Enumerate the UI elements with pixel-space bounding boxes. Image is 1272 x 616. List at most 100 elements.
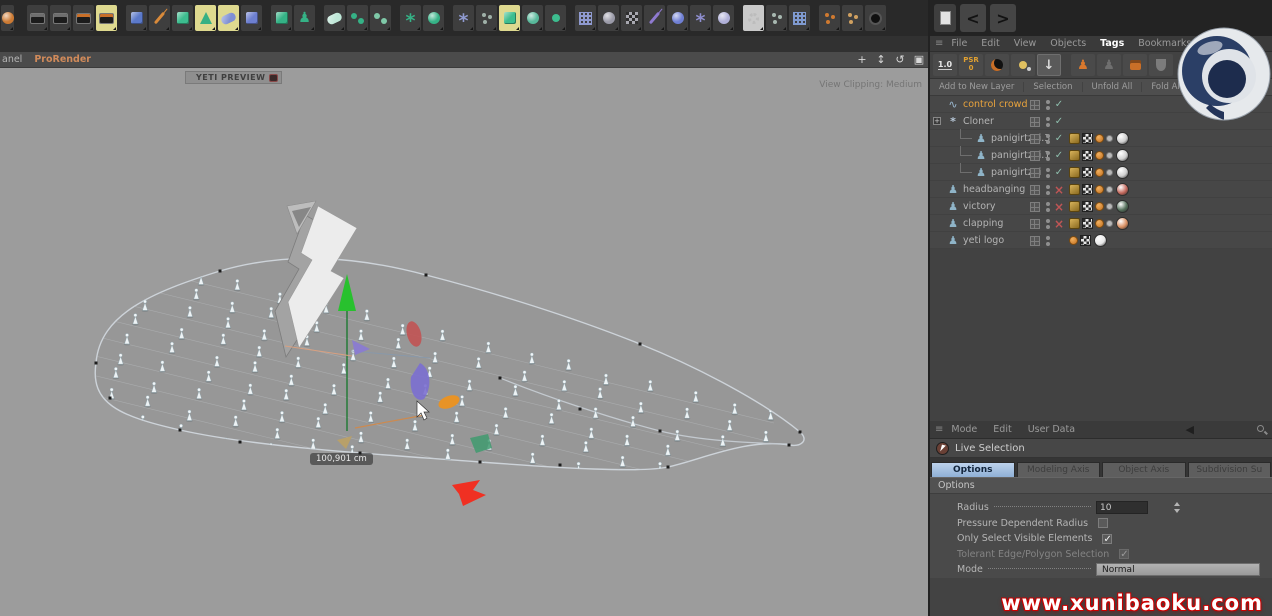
dot-tag-icon[interactable] bbox=[1095, 134, 1104, 143]
checkbox[interactable]: ✓ bbox=[1102, 534, 1112, 544]
checker-tag-icon[interactable] bbox=[1082, 218, 1093, 229]
object-row-victory[interactable]: ♟victory× bbox=[930, 198, 1272, 215]
object-row-headbanging[interactable]: ♟headbanging× bbox=[930, 181, 1272, 198]
edit-render-settings-icon[interactable] bbox=[96, 5, 117, 31]
object-row-yeti-logo[interactable]: ♟yeti logo bbox=[930, 232, 1272, 249]
object-name[interactable]: Cloner bbox=[963, 116, 994, 127]
character-cube-icon[interactable] bbox=[241, 5, 262, 31]
dot2-tag-icon[interactable] bbox=[1106, 186, 1113, 193]
pose2-icon[interactable] bbox=[842, 5, 863, 31]
mode-dropdown[interactable]: Normal bbox=[1096, 563, 1260, 576]
dot2-tag-icon[interactable] bbox=[1106, 220, 1113, 227]
layerbar-unfold-all[interactable]: Unfold All bbox=[1083, 82, 1143, 92]
object-name[interactable]: yeti logo bbox=[963, 235, 1004, 246]
render-settings-icon[interactable] bbox=[73, 5, 94, 31]
emitter-flake-icon[interactable]: * bbox=[453, 5, 474, 31]
am-menu-edit[interactable]: Edit bbox=[993, 424, 1011, 435]
checker-tag-icon[interactable] bbox=[1080, 235, 1091, 246]
om-menu-edit[interactable]: Edit bbox=[981, 38, 999, 49]
tab-modeling-axis[interactable]: Modeling Axis bbox=[1017, 462, 1101, 477]
gearball-icon[interactable] bbox=[865, 5, 886, 31]
spinner-arrows[interactable] bbox=[1172, 501, 1182, 514]
viewport-menu-prorender[interactable]: ProRender bbox=[34, 54, 91, 65]
layerbar-add-to-new-layer[interactable]: Add to New Layer bbox=[930, 82, 1024, 92]
visibility-dots[interactable] bbox=[1045, 134, 1050, 144]
material-tag[interactable] bbox=[1116, 217, 1129, 230]
enable-state-icon[interactable]: ✓ bbox=[1053, 133, 1065, 144]
connector-flake-icon[interactable]: * bbox=[690, 5, 711, 31]
particle-dots-icon[interactable] bbox=[476, 5, 497, 31]
dot-tag-icon[interactable] bbox=[1069, 236, 1078, 245]
back-button[interactable]: < bbox=[960, 4, 986, 32]
gold-tag-icon[interactable] bbox=[1069, 133, 1080, 144]
collision-ball-icon[interactable] bbox=[598, 5, 619, 31]
layer-grid-icon[interactable] bbox=[1030, 236, 1040, 246]
figure-icon[interactable]: ♟ bbox=[294, 5, 315, 31]
gold-tag-icon[interactable] bbox=[1069, 201, 1080, 212]
layer-grid-icon[interactable] bbox=[1030, 117, 1040, 127]
fracture-ball-icon[interactable] bbox=[522, 5, 543, 31]
character-rest-button[interactable]: ♟ bbox=[1097, 54, 1121, 76]
checkbox[interactable] bbox=[1098, 518, 1108, 528]
visibility-dots[interactable] bbox=[1045, 219, 1050, 229]
tab-subdivision-su[interactable]: Subdivision Su bbox=[1188, 462, 1272, 477]
render-region-icon[interactable] bbox=[50, 5, 71, 31]
om-menu-view[interactable]: View bbox=[1014, 38, 1037, 49]
radius-value-input[interactable]: 10 bbox=[1096, 501, 1148, 514]
viewport-menu-panel-partial[interactable]: anel bbox=[2, 54, 22, 65]
am-menu-mode[interactable]: Mode bbox=[951, 424, 977, 435]
material-tag[interactable] bbox=[1116, 200, 1129, 213]
array-grid-icon[interactable] bbox=[789, 5, 810, 31]
object-name[interactable]: control crowd bbox=[963, 99, 1027, 110]
red-direction-arrow[interactable] bbox=[452, 480, 486, 506]
render-view-icon[interactable] bbox=[27, 5, 48, 31]
visibility-dots[interactable] bbox=[1045, 100, 1050, 110]
clamp-button[interactable] bbox=[1123, 54, 1147, 76]
dot2-tag-icon[interactable] bbox=[1106, 152, 1113, 159]
enable-state-icon[interactable]: ✓ bbox=[1053, 99, 1065, 110]
moneybag-icon[interactable] bbox=[423, 5, 444, 31]
forward-button[interactable]: > bbox=[990, 4, 1016, 32]
dot-tag-icon[interactable] bbox=[1095, 202, 1104, 211]
material-tag[interactable] bbox=[1116, 166, 1129, 179]
layer-grid-icon[interactable] bbox=[1030, 100, 1040, 110]
gold-tag-icon[interactable] bbox=[1069, 218, 1080, 229]
character-pose-button[interactable]: ♟ bbox=[1071, 54, 1095, 76]
pose1-icon[interactable] bbox=[819, 5, 840, 31]
history-back-icon[interactable]: ◀ bbox=[1186, 423, 1194, 436]
object-row-panigirtzei-1[interactable]: ♟panigirtzei.1✓ bbox=[930, 147, 1272, 164]
edge-partial-icon[interactable] bbox=[1, 5, 14, 31]
checkbox[interactable]: ✓ bbox=[1119, 549, 1129, 559]
checker-tag-icon[interactable] bbox=[1082, 133, 1093, 144]
enable-state-icon[interactable]: × bbox=[1053, 183, 1065, 197]
tab-options[interactable]: Options bbox=[931, 462, 1015, 477]
options-section-header[interactable]: Options bbox=[930, 477, 1272, 494]
object-name[interactable]: clapping bbox=[963, 218, 1003, 229]
enable-state-icon[interactable]: ✓ bbox=[1053, 116, 1065, 127]
particles2-dots-icon[interactable] bbox=[766, 5, 787, 31]
material-tag[interactable] bbox=[1116, 183, 1129, 196]
deformer-cube-icon[interactable] bbox=[271, 5, 292, 31]
material-tag[interactable] bbox=[1116, 132, 1129, 145]
enable-state-icon[interactable]: ✓ bbox=[1053, 167, 1065, 178]
enable-state-icon[interactable]: × bbox=[1053, 217, 1065, 231]
am-menu-user-data[interactable]: User Data bbox=[1028, 424, 1075, 435]
dot2-tag-icon[interactable] bbox=[1106, 203, 1113, 210]
visibility-dots[interactable] bbox=[1045, 168, 1050, 178]
shield-button[interactable] bbox=[1149, 54, 1173, 76]
visibility-dots[interactable] bbox=[1045, 151, 1050, 161]
coord-scale-button[interactable]: 1.0 bbox=[933, 54, 957, 76]
softbody-ball-icon[interactable] bbox=[713, 5, 734, 31]
zoom-icon[interactable]: ↕ bbox=[874, 53, 888, 66]
ik-bone-icon[interactable] bbox=[370, 5, 391, 31]
dot-tag-icon[interactable] bbox=[1095, 151, 1104, 160]
om-menu-file[interactable]: File bbox=[951, 38, 967, 49]
expander-icon[interactable]: + bbox=[933, 117, 941, 125]
tracer-ball-icon[interactable] bbox=[545, 5, 566, 31]
tab-object-axis[interactable]: Object Axis bbox=[1102, 462, 1186, 477]
voronoi-checker-icon[interactable] bbox=[621, 5, 642, 31]
layer-grid-icon[interactable] bbox=[1030, 134, 1040, 144]
visibility-dots[interactable] bbox=[1045, 202, 1050, 212]
motion-flake-icon[interactable]: * bbox=[400, 5, 421, 31]
joint-chain-icon[interactable] bbox=[347, 5, 368, 31]
